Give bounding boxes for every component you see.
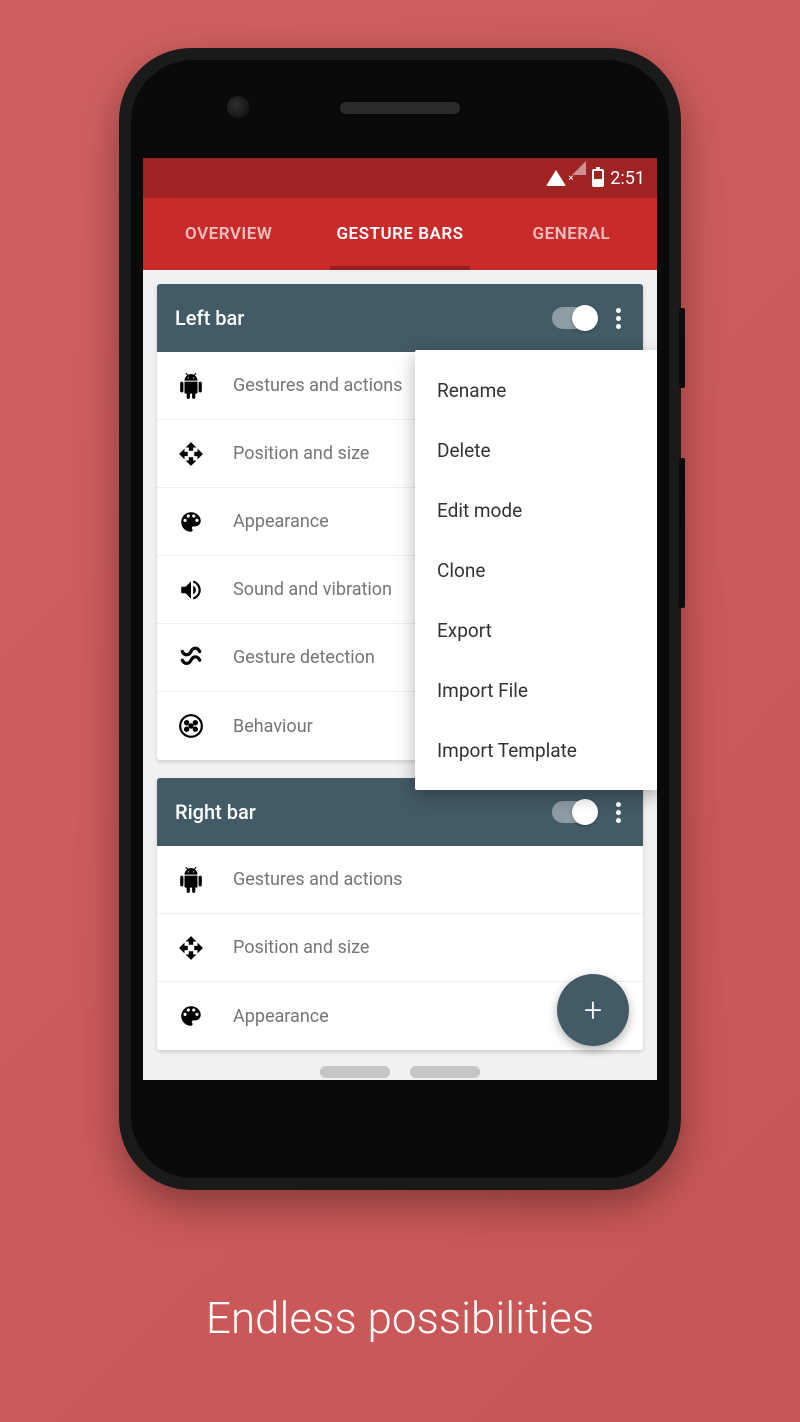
android-icon (177, 372, 205, 400)
row-gestures-actions[interactable]: Gestures and actions (157, 846, 643, 914)
palette-icon (177, 1002, 205, 1030)
page-indicator (320, 1066, 480, 1078)
side-button (679, 308, 685, 388)
row-label: Position and size (233, 937, 369, 958)
add-button[interactable]: + (557, 974, 629, 1046)
tab-gesture-bars[interactable]: GESTURE BARS (314, 198, 485, 270)
toggle-switch[interactable] (552, 801, 596, 823)
row-label: Sound and vibration (233, 579, 392, 600)
marketing-caption: Endless possibilities (0, 1292, 800, 1344)
menu-clone[interactable]: Clone (415, 540, 657, 600)
row-label: Gestures and actions (233, 375, 402, 396)
side-button (679, 458, 685, 608)
menu-import-template[interactable]: Import Template (415, 720, 657, 780)
status-bar: × 2:51 (143, 158, 657, 198)
row-label: Position and size (233, 443, 369, 464)
phone-speaker (340, 102, 460, 114)
row-label: Behaviour (233, 716, 313, 737)
squiggle-icon (177, 644, 205, 672)
context-menu: Rename Delete Edit mode Clone Export Imp… (415, 350, 657, 790)
toggle-switch[interactable] (552, 307, 596, 329)
menu-import-file[interactable]: Import File (415, 660, 657, 720)
cell-icon (572, 161, 586, 175)
more-icon[interactable] (612, 798, 625, 827)
move-icon (177, 440, 205, 468)
card-header: Left bar (157, 284, 643, 352)
dots-circle-icon (177, 712, 205, 740)
tab-general[interactable]: GENERAL (486, 198, 657, 270)
phone-camera (227, 96, 249, 118)
battery-icon (592, 169, 604, 187)
android-icon (177, 866, 205, 894)
tab-overview[interactable]: OVERVIEW (143, 198, 314, 270)
menu-delete[interactable]: Delete (415, 420, 657, 480)
move-icon (177, 934, 205, 962)
row-label: Gesture detection (233, 647, 375, 668)
row-label: Gestures and actions (233, 869, 402, 890)
tab-bar: OVERVIEW GESTURE BARS GENERAL (143, 198, 657, 270)
row-label: Appearance (233, 511, 329, 532)
palette-icon (177, 508, 205, 536)
content-area: Left bar Gestures and actions (143, 270, 657, 1080)
no-signal-icon: × (568, 173, 573, 184)
card-title: Left bar (175, 306, 552, 330)
row-position-size[interactable]: Position and size (157, 914, 643, 982)
status-time: 2:51 (610, 168, 645, 189)
row-label: Appearance (233, 1006, 329, 1027)
menu-export[interactable]: Export (415, 600, 657, 660)
screen: × 2:51 OVERVIEW GESTURE BARS GENERAL Lef… (143, 158, 657, 1080)
plus-icon: + (584, 991, 602, 1029)
menu-rename[interactable]: Rename (415, 360, 657, 420)
sound-icon (177, 576, 205, 604)
wifi-icon (546, 170, 566, 186)
menu-edit-mode[interactable]: Edit mode (415, 480, 657, 540)
more-icon[interactable] (612, 304, 625, 333)
phone-frame: × 2:51 OVERVIEW GESTURE BARS GENERAL Lef… (119, 48, 681, 1190)
card-title: Right bar (175, 800, 552, 824)
